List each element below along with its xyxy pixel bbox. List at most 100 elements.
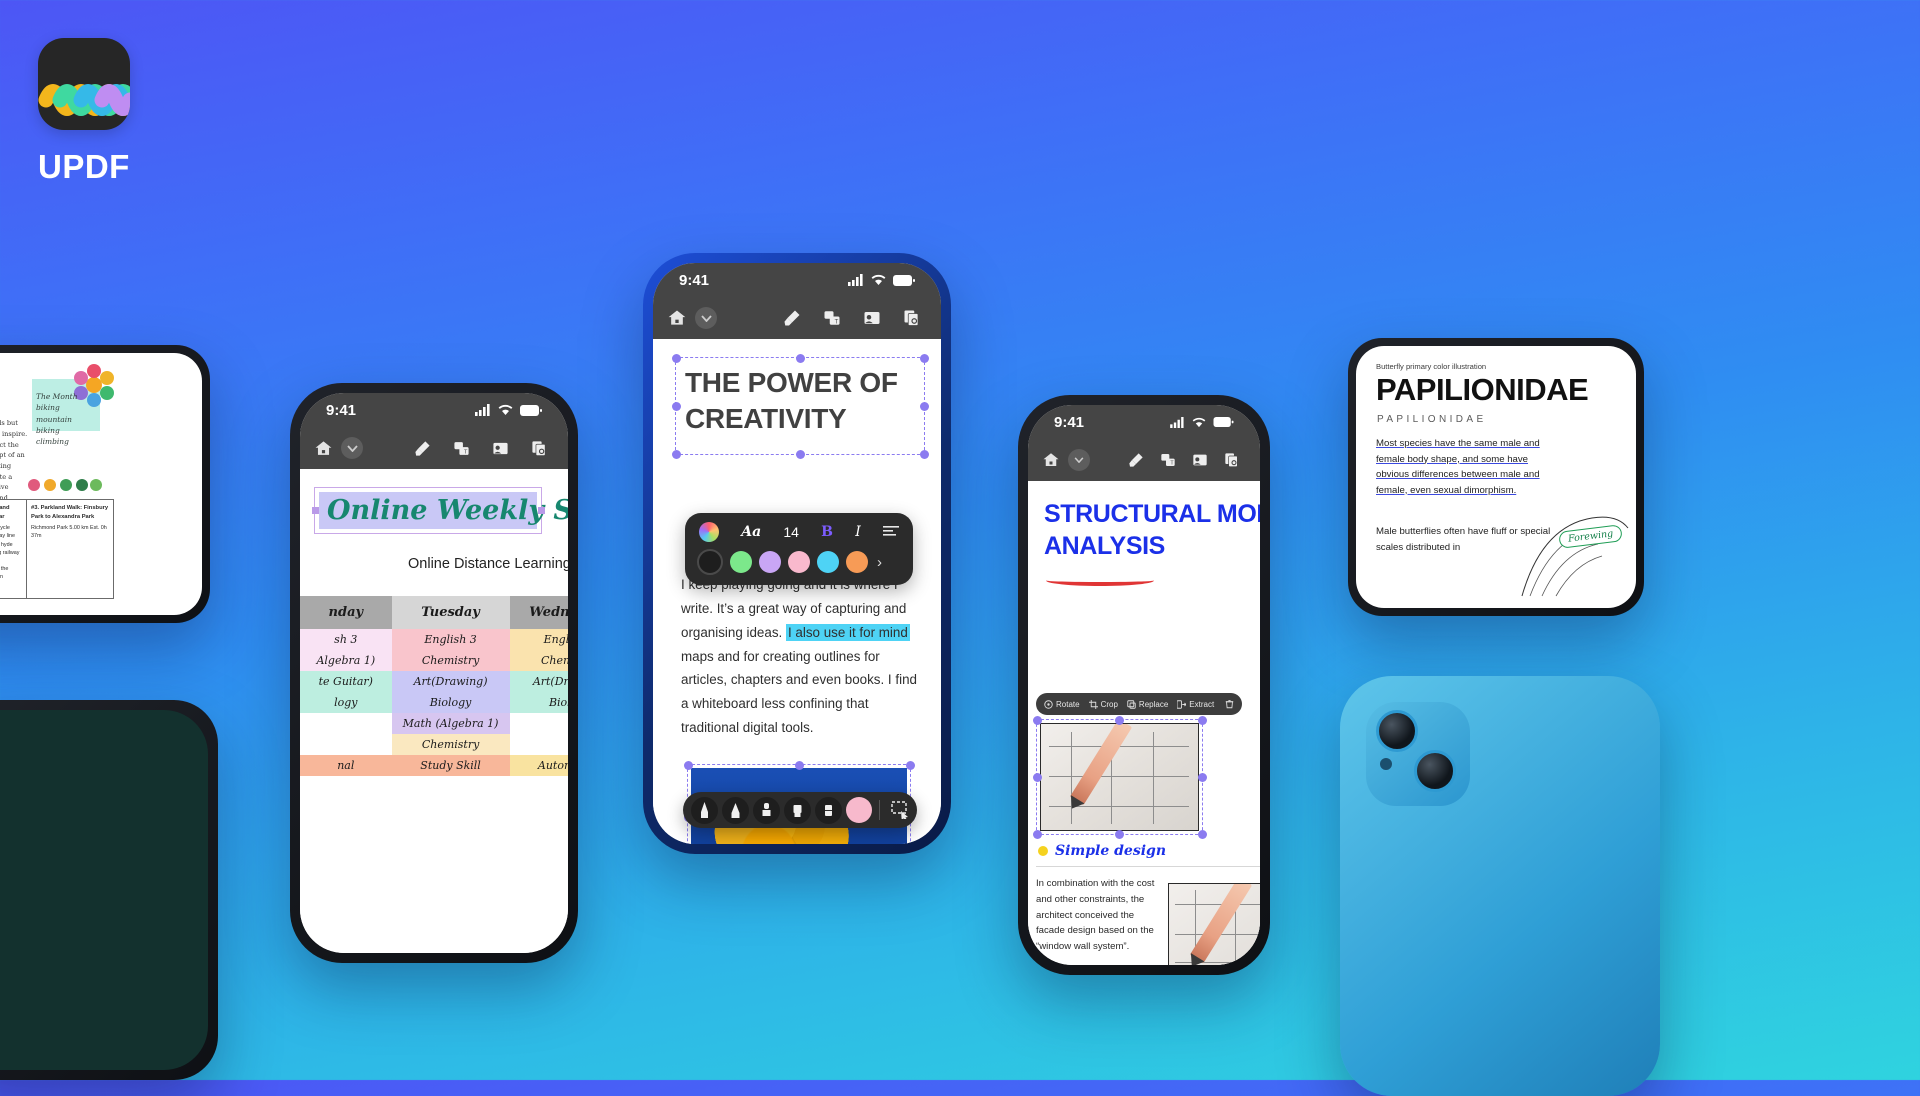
- chevron-down-icon[interactable]: [341, 437, 363, 459]
- pen-color-swatch[interactable]: [846, 797, 872, 823]
- cell: Chemistry: [391, 734, 510, 755]
- resize-handle[interactable]: [1115, 829, 1124, 839]
- highlighter-icon[interactable]: [784, 796, 811, 824]
- image-caption: Simple design: [1055, 843, 1166, 859]
- text-box-icon[interactable]: T: [1160, 452, 1176, 468]
- resize-handle[interactable]: [919, 353, 929, 363]
- page-manager-icon[interactable]: [531, 440, 548, 457]
- camera-lens: [1414, 750, 1456, 792]
- resize-handle[interactable]: [1032, 829, 1042, 839]
- status-icons: [475, 404, 542, 416]
- status-bar: 9:41: [1028, 405, 1260, 439]
- toolbar-left: [314, 437, 363, 459]
- toolbar-right: T: [1128, 452, 1246, 468]
- brand-name: UPDF: [38, 148, 130, 185]
- replace-button[interactable]: Replace: [1127, 700, 1168, 709]
- extract-button[interactable]: Extract: [1177, 700, 1214, 709]
- bold-button[interactable]: B: [821, 524, 833, 540]
- crop-button[interactable]: Crop: [1088, 699, 1118, 709]
- bullet-dot-icon: [1038, 846, 1048, 856]
- swatch-green[interactable]: [730, 551, 752, 573]
- status-bar: 9:41: [653, 263, 941, 297]
- updf-logo-icon: [38, 38, 130, 130]
- schedule-title: Online Weekly Sc: [319, 492, 568, 529]
- signature-icon[interactable]: [1192, 452, 1208, 468]
- chevron-down-icon[interactable]: [695, 307, 717, 329]
- align-left-icon[interactable]: [882, 526, 899, 538]
- structural-title-line2: ANALYSIS: [1044, 532, 1165, 560]
- rotate-button[interactable]: Rotate: [1044, 700, 1080, 709]
- more-colors-button[interactable]: ›: [877, 554, 882, 571]
- chevron-down-icon[interactable]: [1068, 449, 1090, 471]
- pen-icon[interactable]: [691, 796, 718, 824]
- text-format-toolbar: Aa 14 B I ›: [685, 513, 913, 585]
- resize-handle[interactable]: [1197, 772, 1207, 782]
- cell: Art(Drawing): [391, 671, 510, 692]
- font-family-button[interactable]: Aa: [741, 524, 761, 540]
- resize-handle[interactable]: [311, 507, 319, 514]
- swatch-orange[interactable]: [846, 551, 868, 573]
- resize-handle[interactable]: [1032, 715, 1042, 725]
- font-size-value[interactable]: 14: [783, 524, 799, 540]
- resize-handle[interactable]: [671, 353, 681, 363]
- resize-handle[interactable]: [905, 760, 915, 770]
- resize-handle[interactable]: [919, 449, 929, 459]
- color-wheel-icon[interactable]: [699, 522, 719, 542]
- resize-handle[interactable]: [537, 507, 545, 514]
- flash-icon: [1380, 758, 1392, 770]
- blueprint-image-secondary[interactable]: [1168, 883, 1260, 965]
- home-icon[interactable]: [667, 308, 687, 328]
- battery-icon: [893, 274, 915, 286]
- delete-button[interactable]: [1225, 699, 1234, 709]
- resize-handle[interactable]: [919, 401, 929, 411]
- signature-icon[interactable]: [863, 309, 881, 327]
- tree-doodle-icon: [28, 479, 102, 491]
- resize-handle[interactable]: [683, 760, 693, 770]
- cell: sh 3: [300, 629, 392, 650]
- swatch-cyan[interactable]: [817, 551, 839, 573]
- marker-icon[interactable]: [414, 440, 431, 457]
- lasso-select-icon[interactable]: [887, 797, 914, 824]
- swatch-dark[interactable]: [697, 549, 723, 575]
- marker-icon[interactable]: [783, 309, 801, 327]
- resize-handle[interactable]: [1032, 772, 1042, 782]
- swatch-pink[interactable]: [788, 551, 810, 573]
- marker-icon[interactable]: [753, 796, 780, 824]
- poster-canvas: UPDF The Month biking mountain biking cl…: [0, 0, 1920, 1096]
- text-box-icon[interactable]: T: [453, 440, 470, 457]
- highlighted-text: I also use it for mind: [785, 623, 910, 641]
- resize-handle[interactable]: [1197, 829, 1207, 839]
- status-time: 9:41: [326, 401, 357, 419]
- resize-handle[interactable]: [795, 353, 805, 363]
- handwritten-note: The Month biking mountain biking climbin…: [36, 392, 78, 446]
- page-manager-icon[interactable]: [903, 309, 921, 327]
- resize-handle[interactable]: [671, 449, 681, 459]
- page-manager-icon[interactable]: [1224, 452, 1240, 468]
- text-box-icon[interactable]: T: [823, 309, 841, 327]
- pencil-icon[interactable]: [722, 796, 749, 824]
- structural-screen: 9:41 T STRUCTURAL MO ANALYSIS Rotate Cro…: [1028, 405, 1260, 965]
- swatch-purple[interactable]: [759, 551, 781, 573]
- resize-handle[interactable]: [794, 760, 804, 770]
- home-icon[interactable]: [1042, 451, 1060, 469]
- eraser-icon[interactable]: [815, 796, 842, 824]
- signal-icon: [848, 274, 863, 286]
- cell: [300, 713, 392, 734]
- cell: Biology: [509, 692, 568, 713]
- butterfly-screen: Butterfly primary color illustration PAP…: [1356, 346, 1636, 608]
- resize-handle[interactable]: [671, 401, 681, 411]
- resize-handle[interactable]: [1197, 715, 1207, 725]
- image-selection-box[interactable]: [1032, 715, 1207, 839]
- butterfly-sketch-icon: [1521, 516, 1629, 597]
- schedule-title-selection[interactable]: Online Weekly Sc: [311, 487, 568, 534]
- resize-handle[interactable]: [795, 449, 805, 459]
- cell: [509, 713, 568, 734]
- signature-icon[interactable]: [492, 440, 509, 457]
- resize-handle[interactable]: [1115, 715, 1124, 725]
- italic-button[interactable]: I: [855, 524, 861, 540]
- marker-icon[interactable]: [1128, 452, 1144, 468]
- pencil-graphic: [1189, 884, 1253, 964]
- signal-icon: [475, 404, 490, 416]
- trash-icon: [1225, 700, 1234, 709]
- home-icon[interactable]: [314, 439, 333, 458]
